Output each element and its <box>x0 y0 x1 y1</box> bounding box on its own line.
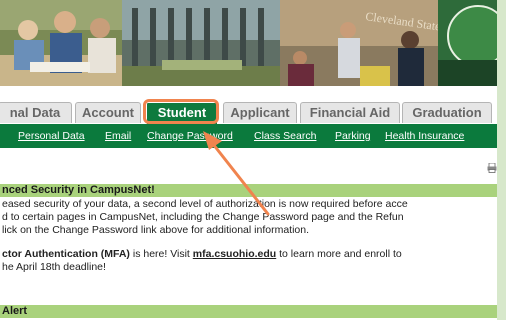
mfa-text: is here! Visit <box>129 248 193 260</box>
student-tab-highlight <box>143 99 219 124</box>
security-text-line-1: eased security of your data, a second le… <box>2 198 408 210</box>
tab-personal-data[interactable]: nal Data <box>0 102 72 123</box>
mfa-link[interactable]: mfa.csuohio.edu <box>193 248 276 260</box>
link-change-password[interactable]: Change Password <box>147 130 233 142</box>
mfa-bold-text: ctor Authentication (MFA) <box>2 248 130 260</box>
link-class-search[interactable]: Class Search <box>254 130 316 142</box>
link-personal-data[interactable]: Personal Data <box>18 130 85 142</box>
banner-photo-students-table <box>0 0 122 86</box>
tab-account[interactable]: Account <box>75 102 141 123</box>
mfa-deadline-text: he April 18th deadline! <box>2 261 106 273</box>
link-email[interactable]: Email <box>105 130 131 142</box>
link-parking[interactable]: Parking <box>335 130 371 142</box>
security-text-line-3: lick on the Change Password link above f… <box>2 224 310 236</box>
banner-photo-sign <box>438 0 497 86</box>
campusnet-page: Cleveland State nal Data Account Student… <box>0 0 497 320</box>
security-text-line-2: d to certain pages in CampusNet, includi… <box>2 211 404 223</box>
print-icon[interactable] <box>487 163 497 173</box>
banner-photo-campus-crowd: Cleveland State <box>280 0 438 86</box>
mfa-announcement: ctor Authentication (MFA) is here! Visit… <box>2 248 402 261</box>
link-health-insurance[interactable]: Health Insurance <box>385 130 464 142</box>
tab-financial-aid[interactable]: Financial Aid <box>300 102 400 123</box>
banner-photo-building <box>122 0 280 86</box>
main-tab-bar: nal Data Account Student Applicant Finan… <box>0 101 497 126</box>
mfa-text-2: to learn more and enroll to <box>276 248 402 260</box>
tab-graduation[interactable]: Graduation <box>402 102 492 123</box>
alert-section-heading: Alert <box>0 305 497 318</box>
tab-applicant[interactable]: Applicant <box>223 102 297 123</box>
header-banner: Cleveland State <box>0 0 497 86</box>
security-section-heading: nced Security in CampusNet! <box>0 184 497 197</box>
